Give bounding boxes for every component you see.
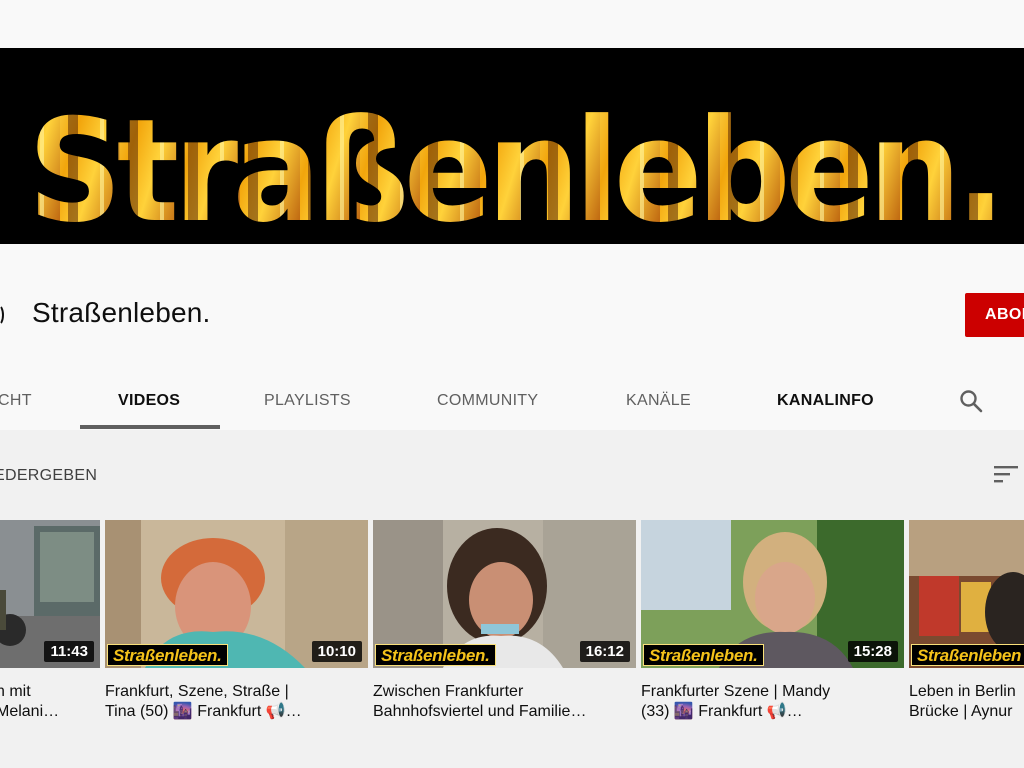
video-title[interactable]: Zwischen Frankfurter Bahnhofsviertel und… xyxy=(373,682,636,722)
sort-icon[interactable] xyxy=(994,464,1020,484)
search-icon[interactable] xyxy=(958,388,984,414)
video-title[interactable]: Leben in Berlin Brücke | Aynur xyxy=(909,682,1024,722)
video-card[interactable]: Straßenleben. 16:12 Zwischen Frankfurter… xyxy=(373,520,636,722)
tab-videos[interactable]: VIDEOS xyxy=(118,392,180,410)
video-brand-overlay: Straßenleben xyxy=(911,644,1024,666)
video-brand-overlay: Straßenleben. xyxy=(643,644,764,666)
video-duration: 16:12 xyxy=(579,641,630,662)
video-card[interactable]: Straßenleben. 15:28 Frankfurter Szene | … xyxy=(641,520,904,722)
video-card[interactable]: 11:43 n mit Melani… xyxy=(0,520,100,722)
video-thumbnail[interactable]: Straßenleben. 15:28 xyxy=(641,520,904,668)
video-duration: 15:28 xyxy=(847,641,898,662)
video-title[interactable]: Frankfurter Szene | Mandy (33) 🌆 Frankfu… xyxy=(641,682,904,722)
video-thumbnail[interactable]: Straßenleben. 10:10 xyxy=(105,520,368,668)
channel-tabs: CHT VIDEOS PLAYLISTS COMMUNITY KANÄLE KA… xyxy=(0,370,1024,430)
video-thumbnail[interactable]: Straßenleben xyxy=(909,520,1024,668)
tab-about[interactable]: KANALINFO xyxy=(777,392,874,410)
tab-playlists[interactable]: PLAYLISTS xyxy=(264,392,351,410)
video-thumbnail[interactable]: Straßenleben. 16:12 xyxy=(373,520,636,668)
video-title[interactable]: Frankfurt, Szene, Straße | Tina (50) 🌆 F… xyxy=(105,682,368,722)
tab-overview[interactable]: CHT xyxy=(0,392,32,410)
subscribe-button[interactable]: ABON xyxy=(965,293,1024,337)
video-brand-overlay: Straßenleben. xyxy=(375,644,496,666)
play-all-button[interactable]: EDERGEBEN xyxy=(0,467,97,485)
video-duration: 10:10 xyxy=(311,641,362,662)
banner-title: Straßenleben. xyxy=(28,89,1000,244)
video-title[interactable]: n mit Melani… xyxy=(0,682,100,722)
video-card[interactable]: Straßenleben. 10:10 Frankfurt, Szene, St… xyxy=(105,520,368,722)
banner-art: Straßenleben. xyxy=(28,89,1006,244)
video-thumbnail[interactable]: 11:43 xyxy=(0,520,100,668)
tab-community[interactable]: COMMUNITY xyxy=(437,392,538,410)
video-duration: 11:43 xyxy=(44,641,94,662)
channel-name: Straßenleben. xyxy=(32,297,211,328)
selected-tab-indicator xyxy=(80,425,220,429)
video-card[interactable]: Straßenleben Leben in Berlin Brücke | Ay… xyxy=(909,520,1024,722)
tab-channels[interactable]: KANÄLE xyxy=(626,392,691,410)
video-brand-overlay: Straßenleben. xyxy=(107,644,228,666)
channel-banner: Straßenleben. xyxy=(0,48,1024,244)
